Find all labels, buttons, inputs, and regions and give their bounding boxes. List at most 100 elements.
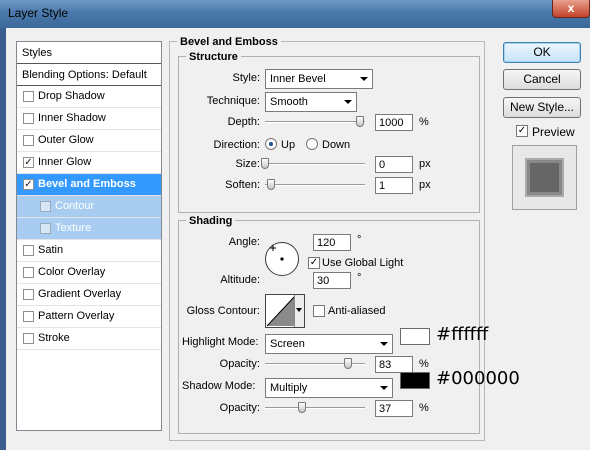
style-item-inner-shadow[interactable]: Inner Shadow <box>17 108 161 130</box>
altitude-input[interactable]: 30 <box>313 272 351 289</box>
cancel-button[interactable]: Cancel <box>503 69 581 90</box>
direction-up-label: Up <box>281 139 296 151</box>
satin-checkbox[interactable] <box>23 245 34 256</box>
shadow-opacity-label: Opacity: <box>219 402 260 414</box>
inner-glow-checkbox[interactable]: ✓ <box>23 157 34 168</box>
shadow-opacity-thumb[interactable] <box>298 402 306 413</box>
technique-value: Smooth <box>270 96 308 108</box>
highlight-opacity-unit: % <box>419 358 429 370</box>
highlight-mode-value: Screen <box>270 338 305 350</box>
dialog-body: Styles Blending Options: Default Drop Sh… <box>6 28 590 450</box>
size-input[interactable]: 0 <box>375 156 413 173</box>
style-item-contour[interactable]: Contour <box>17 196 161 218</box>
color-overlay-checkbox[interactable] <box>23 267 34 278</box>
shadow-mode-value: Multiply <box>270 382 308 394</box>
soften-input[interactable]: 1 <box>375 177 413 194</box>
texture-checkbox[interactable] <box>40 223 51 234</box>
style-label: Style: <box>232 72 260 84</box>
bevel-and-emboss-checkbox[interactable]: ✓ <box>23 179 34 190</box>
structure-group: Structure Style: Inner Bevel Technique: … <box>178 51 480 213</box>
size-label: Size: <box>235 158 260 170</box>
style-item-gradient-overlay[interactable]: Gradient Overlay <box>17 284 161 306</box>
gloss-contour-picker[interactable] <box>265 294 305 328</box>
style-item-outer-glow[interactable]: Outer Glow <box>17 130 161 152</box>
size-unit: px <box>419 158 431 170</box>
ok-button[interactable]: OK <box>503 42 581 63</box>
highlight-opacity-label: Opacity: <box>219 358 260 370</box>
style-value: Inner Bevel <box>270 73 326 85</box>
contour-label: Contour <box>55 200 95 212</box>
new-style-button[interactable]: New Style... <box>503 97 581 118</box>
depth-slider-track[interactable] <box>265 121 365 123</box>
size-slider-track[interactable] <box>265 163 365 165</box>
title-bar: Layer Style x <box>0 0 590 28</box>
depth-slider-thumb[interactable] <box>356 116 364 127</box>
inner-glow-label: Inner Glow <box>38 156 92 168</box>
shadow-mode-select[interactable]: Multiply <box>265 378 393 398</box>
inner-shadow-label: Inner Shadow <box>38 112 106 124</box>
blending-options-item[interactable]: Blending Options: Default <box>17 64 161 86</box>
highlight-opacity-thumb[interactable] <box>344 358 352 369</box>
shadow-color-swatch[interactable] <box>400 372 430 389</box>
technique-label: Technique: <box>206 95 260 107</box>
shadow-opacity-input[interactable]: 37 <box>375 400 413 417</box>
blending-options-label: Blending Options: Default <box>22 69 147 81</box>
close-button[interactable]: x <box>552 0 590 18</box>
pattern-overlay-checkbox[interactable] <box>23 311 34 322</box>
gloss-contour-label: Gloss Contour: <box>186 305 260 317</box>
outer-glow-label: Outer Glow <box>38 134 94 146</box>
stroke-checkbox[interactable] <box>23 333 34 344</box>
direction-label: Direction: <box>213 139 260 151</box>
technique-select[interactable]: Smooth <box>265 92 357 112</box>
highlight-mode-label: Highlight Mode: <box>182 336 259 348</box>
shadow-opacity-track[interactable] <box>265 407 365 409</box>
style-item-inner-glow[interactable]: ✓ Inner Glow <box>17 152 161 174</box>
depth-input[interactable]: 1000 <box>375 114 413 131</box>
highlight-mode-select[interactable]: Screen <box>265 334 393 354</box>
stroke-label: Stroke <box>38 332 70 344</box>
styles-header[interactable]: Styles <box>17 42 161 64</box>
chevron-down-icon <box>380 342 388 346</box>
drop-shadow-checkbox[interactable] <box>23 91 34 102</box>
style-item-satin[interactable]: Satin <box>17 240 161 262</box>
satin-label: Satin <box>38 244 64 256</box>
anti-aliased-checkbox[interactable] <box>313 305 325 317</box>
use-global-light-label: Use Global Light <box>322 257 404 269</box>
chevron-down-icon <box>380 386 388 390</box>
style-item-pattern-overlay[interactable]: Pattern Overlay <box>17 306 161 328</box>
preview-thumbnail <box>512 145 577 210</box>
pattern-overlay-label: Pattern Overlay <box>38 310 115 322</box>
style-item-bevel-and-emboss[interactable]: ✓ Bevel and Emboss <box>17 174 161 196</box>
outer-glow-checkbox[interactable] <box>23 135 34 146</box>
style-item-color-overlay[interactable]: Color Overlay <box>17 262 161 284</box>
inner-shadow-checkbox[interactable] <box>23 113 34 124</box>
use-global-light-checkbox[interactable]: ✓ <box>308 257 320 269</box>
bevel-emboss-title: Bevel and Emboss <box>177 36 281 48</box>
style-item-stroke[interactable]: Stroke <box>17 328 161 350</box>
direction-down-label: Down <box>322 139 351 151</box>
shading-title: Shading <box>186 215 236 227</box>
angle-unit: ° <box>357 234 362 246</box>
highlight-color-swatch[interactable] <box>400 328 430 345</box>
angle-dial[interactable] <box>264 241 300 277</box>
preview-checkbox[interactable]: ✓ <box>516 125 528 137</box>
style-item-drop-shadow[interactable]: Drop Shadow <box>17 86 161 108</box>
contour-dropdown-button[interactable] <box>294 295 304 327</box>
style-select[interactable]: Inner Bevel <box>265 69 373 89</box>
checkmark-icon: ✓ <box>309 257 319 268</box>
direction-up-radio[interactable] <box>265 138 277 150</box>
direction-down-radio[interactable] <box>306 138 318 150</box>
texture-label: Texture <box>55 222 92 234</box>
drop-shadow-label: Drop Shadow <box>38 90 105 102</box>
soften-unit: px <box>419 179 431 191</box>
styles-header-label: Styles <box>22 47 52 59</box>
angle-input[interactable]: 120 <box>313 234 351 251</box>
contour-checkbox[interactable] <box>40 201 51 212</box>
soften-slider-thumb[interactable] <box>267 179 275 190</box>
angle-dial-icon <box>265 242 299 276</box>
style-item-texture[interactable]: Texture <box>17 218 161 240</box>
highlight-opacity-input[interactable]: 83 <box>375 356 413 373</box>
gradient-overlay-checkbox[interactable] <box>23 289 34 300</box>
size-slider-thumb[interactable] <box>261 158 269 169</box>
soften-slider-track[interactable] <box>265 184 365 186</box>
